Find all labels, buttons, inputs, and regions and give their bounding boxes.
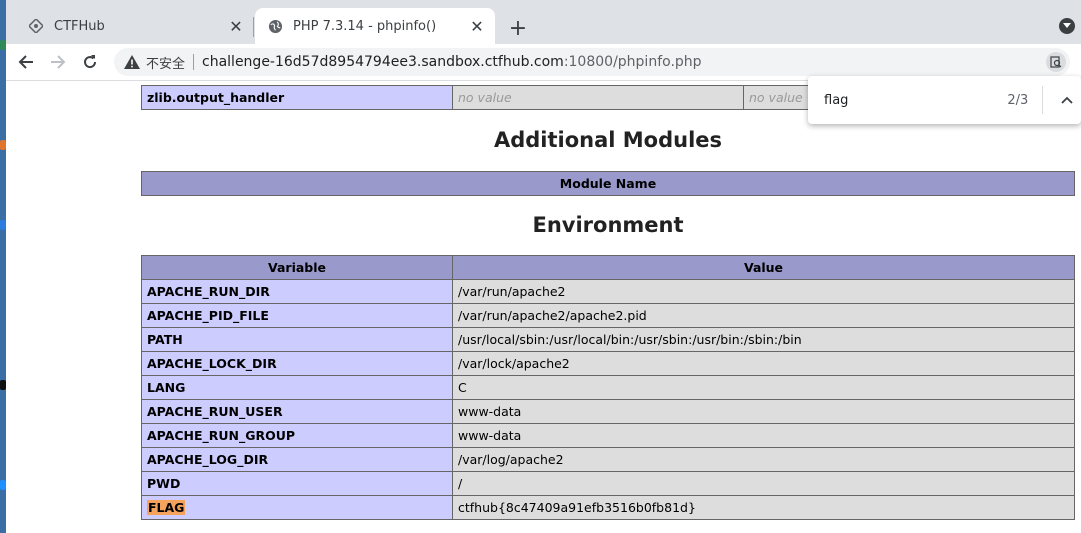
table-header-row: Variable Value [141,255,1075,280]
variable-value: C [452,375,1075,400]
reload-icon [84,55,97,69]
variable-value: /var/lock/apache2 [452,351,1075,376]
tab-title: CTFHub [54,18,105,34]
globe-icon [267,18,283,34]
variable-name: APACHE_LOG_DIR [141,447,453,472]
address-bar[interactable]: 不安全 challenge-16d57d8954794ee3.sandbox.c… [114,48,1070,76]
variable-name: APACHE_PID_FILE [141,303,453,328]
forward-button[interactable] [44,48,72,76]
local-value: no value [452,85,744,110]
section-title-modules: Additional Modules [493,128,723,152]
variable-value: /usr/local/sbin:/usr/local/bin:/usr/sbin… [452,327,1075,352]
table-row: PWD / [141,471,1075,496]
environment-table: Variable Value APACHE_RUN_DIR /var/run/a… [141,255,1075,520]
section-title-environment: Environment [532,213,684,237]
forward-arrow-icon [51,55,66,69]
table-row: APACHE_RUN_DIR /var/run/apache2 [141,279,1075,304]
variable-value: ctfhub{8c47409a91efb3516b0fb81d} [452,495,1075,520]
variable-name: PATH [141,327,453,352]
tab-search-button[interactable] [1059,18,1075,34]
tab-separator [253,17,254,37]
table-row: APACHE_LOG_DIR /var/log/apache2 [141,447,1075,472]
column-header-value: Value [452,255,1075,280]
variable-name: APACHE_RUN_DIR [141,279,453,304]
warning-icon[interactable] [124,55,140,69]
variable-name: APACHE_RUN_GROUP [141,423,453,448]
table-row: PATH /usr/local/sbin:/usr/local/bin:/usr… [141,327,1075,352]
close-tab-icon[interactable]: ✕ [226,16,246,36]
chevron-up-icon [1061,96,1073,104]
back-arrow-icon [18,55,33,69]
table-row: APACHE_RUN_GROUP www-data [141,423,1075,448]
variable-value: www-data [452,399,1075,424]
variable-value: /var/run/apache2 [452,279,1075,304]
tab-title: PHP 7.3.14 - phpinfo() [293,18,437,34]
find-in-page-icon[interactable] [1046,52,1066,72]
tab-bar: CTFHub ✕ PHP 7.3.14 - phpinfo() ✕ + [6,0,1081,44]
new-tab-button[interactable]: + [504,14,532,42]
variable-name: APACHE_RUN_USER [141,399,453,424]
find-previous-button[interactable] [1053,86,1081,114]
table-row: FLAG ctfhub{8c47409a91efb3516b0fb81d} [141,495,1075,520]
tab-phpinfo[interactable]: PHP 7.3.14 - phpinfo() ✕ [255,8,495,44]
table-row: APACHE_PID_FILE /var/run/apache2/apache2… [141,303,1075,328]
variable-name: APACHE_LOCK_DIR [141,351,453,376]
table-row: APACHE_LOCK_DIR /var/lock/apache2 [141,351,1075,376]
back-button[interactable] [12,48,40,76]
ctfhub-favicon-icon [28,18,44,34]
reload-button[interactable] [76,48,104,76]
table-header-row: Module Name [141,171,1075,196]
find-highlight: FLAG [147,500,186,515]
variable-name: LANG [141,375,453,400]
variable-name: PWD [141,471,453,496]
variable-value: www-data [452,423,1075,448]
find-match-count: 2/3 [1007,92,1029,108]
variable-value: /var/log/apache2 [452,447,1075,472]
find-input[interactable]: flag [824,93,993,108]
tab-ctfhub[interactable]: CTFHub ✕ [14,8,254,44]
directive-name: zlib.output_handler [141,85,453,110]
page-content: zlib.output_handler no value no value Ad… [6,81,1081,533]
url-host: challenge-16d57d8954794ee3.sandbox.ctfhu… [202,54,564,70]
divider [193,54,195,70]
not-secure-label[interactable]: 不安全 [146,53,185,72]
chevron-down-icon [1063,23,1071,28]
variable-name-cell: FLAG [141,495,453,520]
close-tab-icon[interactable]: ✕ [467,16,487,36]
table-row: LANG C [141,375,1075,400]
variable-value: /var/run/apache2/apache2.pid [452,303,1075,328]
variable-value: / [452,471,1075,496]
divider [1042,86,1044,114]
modules-table: Module Name [141,171,1075,196]
url-path: :10800/phpinfo.php [563,54,702,70]
column-header-variable: Variable [141,255,453,280]
table-row: APACHE_RUN_USER www-data [141,399,1075,424]
find-bar: flag 2/3 [808,76,1081,124]
column-header: Module Name [141,171,1075,196]
